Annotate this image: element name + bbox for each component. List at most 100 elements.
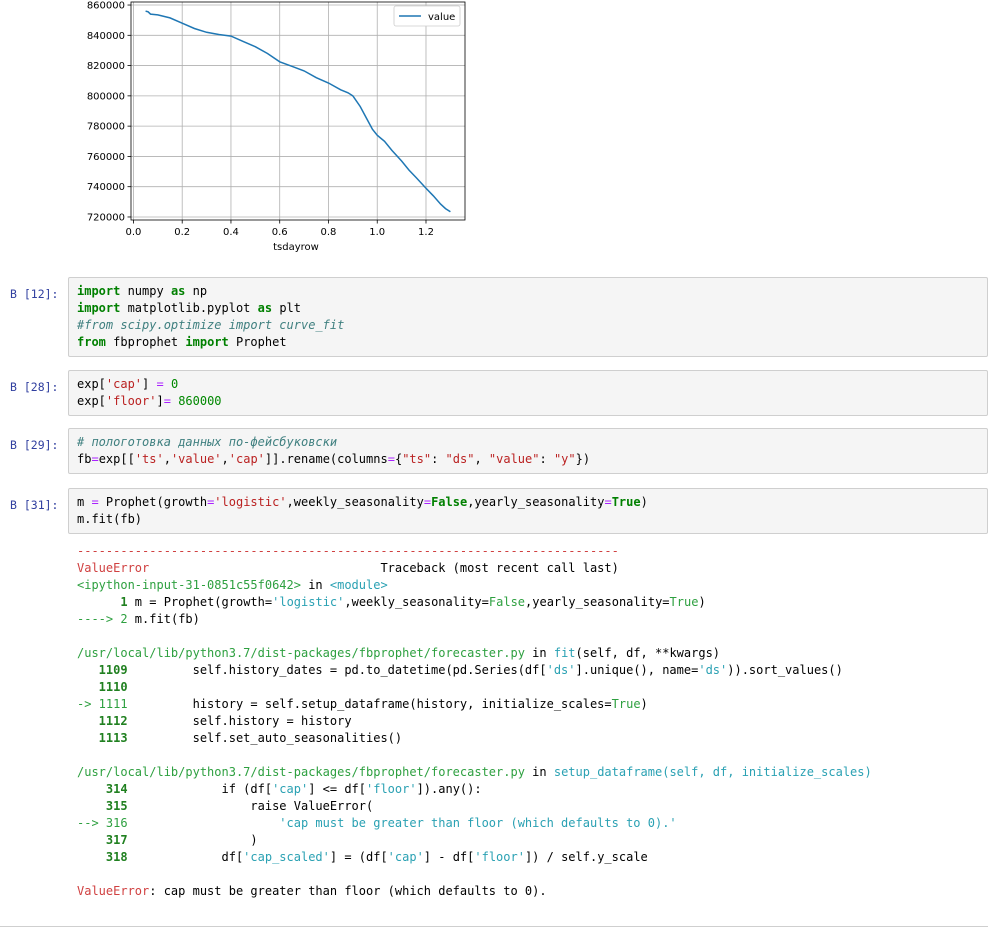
traceback-token: 317	[77, 833, 128, 847]
code-line: exp['floor']= 860000	[77, 393, 979, 410]
code-input[interactable]: m = Prophet(growth='logistic',weekly_sea…	[68, 488, 988, 534]
code-token: ]	[142, 377, 157, 391]
y-tick-label: 800000	[87, 91, 125, 102]
code-token: as	[257, 301, 273, 315]
traceback-token: 'logistic'	[272, 595, 345, 609]
traceback-token: -> 1111	[77, 697, 128, 711]
traceback-token: ] <= df[	[308, 782, 366, 796]
code-token: numpy	[120, 284, 171, 298]
traceback-token: 'cap'	[387, 850, 424, 864]
traceback-token: 'cap must be greater than floor (which d…	[279, 816, 677, 830]
code-line: import matplotlib.pyplot as plt	[77, 300, 979, 317]
traceback-token: 1	[77, 595, 128, 609]
traceback-line: ValueError: cap must be greater than flo…	[77, 883, 982, 900]
traceback-token: ] = (df[	[329, 850, 388, 864]
traceback-token: Traceback (most recent call last)	[149, 561, 619, 575]
traceback-token: Prophet	[156, 595, 215, 609]
code-line: from fbprophet import Prophet	[77, 334, 979, 351]
traceback-line: 1 m = Prophet(growth = 'logistic',weekly_s…	[77, 594, 982, 611]
code-line: fb=exp[['ts','value','cap']].rename(colu…	[77, 451, 979, 468]
traceback-token: ----------------------------------------…	[77, 544, 619, 558]
code-token: 'cap'	[105, 377, 143, 391]
code-token: Prophet(growth	[98, 495, 208, 509]
traceback-token: ,	[344, 595, 352, 609]
traceback-token: self.set_auto_seasonalities()	[127, 731, 403, 745]
traceback-token: in	[524, 646, 554, 660]
legend-label: value	[428, 12, 455, 23]
code-cell[interactable]: В [28]: exp['cap'] = 0 exp['floor']= 86000…	[0, 370, 988, 416]
code-token: False	[431, 495, 468, 509]
traceback-line: /usr/local/lib/python3.7/dist-packages/f…	[77, 645, 982, 662]
cell-prompt: В [31]:	[10, 498, 59, 512]
traceback-token: <module>	[329, 578, 388, 592]
traceback-line: 318 df['cap_scaled'] = (df['cap'] - df['…	[77, 849, 982, 866]
code-line: exp['cap'] = 0	[77, 376, 979, 393]
code-token: plt	[272, 301, 301, 315]
traceback-line: --> 316 'cap must be greater than floor …	[77, 815, 982, 832]
traceback-token: 'ds'	[546, 663, 576, 677]
code-token: #from scipy.optimize import curve_fit	[77, 318, 345, 332]
traceback-line: /usr/local/lib/python3.7/dist-packages/f…	[77, 764, 982, 781]
x-tick-label: 0.6	[272, 227, 288, 238]
code-token: from	[77, 335, 106, 349]
x-tick-label: 0.0	[125, 227, 141, 238]
y-tick-label: 860000	[87, 1, 125, 12]
code-input[interactable]: import numpy as np import matplotlib.pypl…	[68, 277, 988, 357]
y-tick-label: 720000	[87, 212, 125, 223]
code-token: ,	[221, 452, 229, 466]
code-token: =	[91, 452, 99, 466]
x-tick-label: 1.2	[418, 227, 434, 238]
code-input[interactable]: # пологотовка данных по-фейсбуковски fb=e…	[68, 428, 988, 474]
code-cell[interactable]: В [12]: import numpy as np import matplotl…	[0, 277, 988, 357]
traceback-token: =	[662, 595, 670, 609]
code-line: m.fit(fb)	[77, 511, 979, 528]
y-tick-label: 820000	[87, 61, 125, 72]
traceback-token: )	[192, 612, 200, 626]
traceback-token: ValueError	[77, 884, 150, 898]
code-token: ]	[156, 394, 164, 408]
code-token: =	[604, 495, 612, 509]
traceback-token: history = self.setup_dataframe(history, …	[127, 697, 612, 711]
traceback-token: yearly_seasonality	[532, 595, 663, 609]
code-token: m.fit(fb)	[77, 512, 143, 526]
code-token: fbprophet	[105, 335, 186, 349]
code-token: "value"	[488, 452, 540, 466]
code-token: exp[	[77, 394, 106, 408]
traceback-token: self.history_dates = pd.to_datetime(pd.S…	[127, 663, 547, 677]
code-token: 860000	[178, 394, 222, 408]
code-cell[interactable]: В [29]: # пологотовка данных по-фейсбуков…	[0, 428, 988, 474]
error-output: ----------------------------------------…	[77, 543, 982, 900]
code-token: =	[91, 495, 99, 509]
y-tick-label: 840000	[87, 31, 125, 42]
traceback-token: ] - df[	[423, 850, 475, 864]
code-token: np	[185, 284, 208, 298]
traceback-token: growth	[221, 595, 265, 609]
traceback-token: m	[127, 612, 143, 626]
code-token: =	[423, 495, 432, 509]
code-token: exp[	[77, 377, 106, 391]
traceback-line: 1109 self.history_dates = pd.to_datetime…	[77, 662, 982, 679]
code-token: import	[77, 301, 121, 315]
code-token: :	[431, 452, 446, 466]
traceback-line: ----------------------------------------…	[77, 543, 982, 560]
traceback-token: =	[149, 595, 157, 609]
traceback-token: 318	[77, 850, 128, 864]
x-axis-label: tsdayrow	[273, 242, 319, 253]
line-chart: 0.0 0.2 0.4 0.6 0.8 1.0 1.2 720000 740000 760000 7…	[0, 0, 480, 262]
code-token: 'floor'	[105, 394, 157, 408]
x-tick-label: 0.4	[223, 227, 239, 238]
traceback-token: =	[481, 595, 489, 609]
code-line: import numpy as np	[77, 283, 979, 300]
code-token: )	[640, 495, 648, 509]
code-token: 'cap'	[228, 452, 265, 466]
traceback-token: : cap must be greater than floor (which …	[149, 884, 547, 898]
traceback-token: /usr/local/lib/python3.7/dist-packages/f…	[77, 765, 525, 779]
code-cell[interactable]: В [31]: m = Prophet(growth='logistic',wee…	[0, 488, 988, 534]
code-token: 'value'	[170, 452, 222, 466]
traceback-token: --> 316	[77, 816, 128, 830]
traceback-token: 1110	[77, 680, 128, 694]
plot-frame	[130, 1, 466, 221]
traceback-token: (self, df, **kwargs)	[575, 646, 721, 660]
code-input[interactable]: exp['cap'] = 0 exp['floor']= 860000	[68, 370, 988, 416]
